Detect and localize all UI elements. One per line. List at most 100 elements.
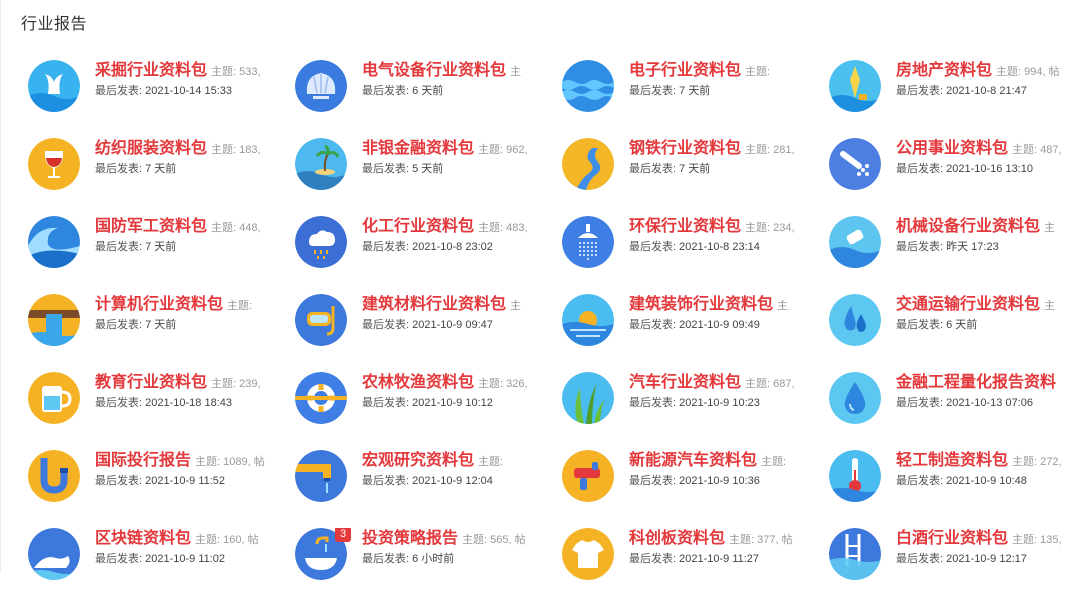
forum-name-link[interactable]: 投资策略报告 [362,530,458,547]
faucet-icon[interactable] [295,450,347,502]
last-post-time-link[interactable]: 2021-10-9 10:23 [679,397,760,409]
forum-item[interactable]: 轻工制造资料包 主题: 272, 最后发表: 2021-10-9 10:48 [829,450,1080,520]
forum-name-link[interactable]: 建筑装饰行业资料包 [629,296,773,313]
drop-icon[interactable] [829,372,881,424]
diving-mask-icon[interactable] [295,294,347,346]
waves-icon[interactable] [562,60,614,112]
last-post-time-link[interactable]: 2021-10-13 07:06 [946,397,1033,409]
pool-ladder-icon[interactable] [829,528,881,580]
surf-icon[interactable] [829,60,881,112]
forum-item[interactable]: 白酒行业资料包 主题: 135, 最后发表: 2021-10-9 12:17 [829,528,1080,598]
shower-icon[interactable] [829,138,881,190]
forum-item[interactable]: 电气设备行业资料包主最后发表: 6 天前 [295,60,562,130]
shower-head-icon[interactable] [562,216,614,268]
forum-item[interactable]: 建筑装饰行业资料包主最后发表: 2021-10-9 09:49 [562,294,829,364]
last-post-time-link[interactable]: 2021-10-8 23:02 [412,241,493,253]
last-post-time-link[interactable]: 2021-10-9 11:27 [679,553,759,565]
forum-item[interactable]: 非银金融资料包 主题: 962, 最后发表: 5 天前 [295,138,562,208]
forum-name-link[interactable]: 环保行业资料包 [629,218,741,235]
shell-icon[interactable] [295,60,347,112]
last-post-time-link[interactable]: 2021-10-18 18:43 [145,397,232,409]
forum-name-link[interactable]: 白酒行业资料包 [896,530,1008,547]
thermometer-icon[interactable] [829,450,881,502]
water-drops-icon[interactable] [829,294,881,346]
forum-item[interactable]: 钢铁行业资料包 主题: 281, 最后发表: 7 天前 [562,138,829,208]
sunset-sea-icon[interactable] [562,294,614,346]
rain-cloud-icon[interactable] [295,216,347,268]
forum-item[interactable]: 化工行业资料包 主题: 483, 最后发表: 2021-10-8 23:02 [295,216,562,286]
last-post-time-link[interactable]: 5 天前 [412,163,443,175]
last-post-time-link[interactable]: 昨天 17:23 [946,241,999,253]
waterfall-icon[interactable] [28,294,80,346]
forum-name-link[interactable]: 国防军工资料包 [95,218,207,235]
forum-name-link[interactable]: 非银金融资料包 [362,140,474,157]
forum-item[interactable]: 交通运输行业资料包主最后发表: 6 天前 [829,294,1080,364]
last-post-time-link[interactable]: 2021-10-16 13:10 [946,163,1033,175]
forum-item[interactable]: 计算机行业资料包 主题: 最后发表: 7 天前 [28,294,295,364]
forum-item[interactable]: 汽车行业资料包 主题: 687, 最后发表: 2021-10-9 10:23 [562,372,829,442]
last-post-time-link[interactable]: 2021-10-9 11:02 [145,553,225,565]
island-icon[interactable] [295,138,347,190]
forum-name-link[interactable]: 电气设备行业资料包 [362,62,506,79]
forum-name-link[interactable]: 国际投行报告 [95,452,191,469]
forum-name-link[interactable]: 金融工程量化报告资料 [896,374,1056,391]
forum-name-link[interactable]: 宏观研究资料包 [362,452,474,469]
last-post-time-link[interactable]: 7 天前 [145,163,176,175]
last-post-time-link[interactable]: 7 天前 [679,85,710,97]
forum-item[interactable]: 纺织服装资料包 主题: 183, 最后发表: 7 天前 [28,138,295,208]
seaweed-icon[interactable] [562,372,614,424]
forum-name-link[interactable]: 科创板资料包 [629,530,725,547]
forum-name-link[interactable]: 钢铁行业资料包 [629,140,741,157]
tshirt-icon[interactable] [562,528,614,580]
forum-name-link[interactable]: 轻工制造资料包 [896,452,1008,469]
wine-glass-icon[interactable] [28,138,80,190]
last-post-time-link[interactable]: 2021-10-9 12:17 [946,553,1027,565]
forum-item[interactable]: 房地产资料包 主题: 994, 帖最后发表: 2021-10-8 21:47 [829,60,1080,130]
last-post-time-link[interactable]: 7 天前 [145,319,176,331]
forum-name-link[interactable]: 教育行业资料包 [95,374,207,391]
washing-hands-icon[interactable] [28,528,80,580]
last-post-time-link[interactable]: 6 小时前 [412,553,454,565]
last-post-time-link[interactable]: 7 天前 [679,163,710,175]
forum-name-link[interactable]: 汽车行业资料包 [629,374,741,391]
last-post-time-link[interactable]: 2021-10-9 09:49 [679,319,760,331]
last-post-time-link[interactable]: 2021-10-9 09:47 [412,319,493,331]
forum-item[interactable]: 农林牧渔资料包 主题: 326, 最后发表: 2021-10-9 10:12 [295,372,562,442]
water-gun-icon[interactable] [562,450,614,502]
forum-name-link[interactable]: 交通运输行业资料包 [896,296,1040,313]
forum-name-link[interactable]: 农林牧渔资料包 [362,374,474,391]
forum-item[interactable]: 国防军工资料包 主题: 448, 最后发表: 7 天前 [28,216,295,286]
last-post-time-link[interactable]: 2021-10-9 10:48 [946,475,1027,487]
whale-tail-icon[interactable] [28,60,80,112]
forum-name-link[interactable]: 采掘行业资料包 [95,62,207,79]
forum-item[interactable]: 宏观研究资料包 主题: 最后发表: 2021-10-9 12:04 [295,450,562,520]
forum-item[interactable]: 环保行业资料包 主题: 234, 最后发表: 2021-10-8 23:14 [562,216,829,286]
last-post-time-link[interactable]: 2021-10-9 10:12 [412,397,493,409]
forum-item[interactable]: 3 投资策略报告 主题: 565, 帖最后发表: 6 小时前 [295,528,562,598]
forum-item[interactable]: 金融工程量化报告资料 最后发表: 2021-10-13 07:06 [829,372,1080,442]
water-cup-icon[interactable] [28,372,80,424]
last-post-time-link[interactable]: 2021-10-14 15:33 [145,85,232,97]
forum-item[interactable]: 教育行业资料包 主题: 239, 最后发表: 2021-10-18 18:43 [28,372,295,442]
last-post-time-link[interactable]: 7 天前 [145,241,176,253]
forum-name-link[interactable]: 电子行业资料包 [629,62,741,79]
last-post-time-link[interactable]: 6 天前 [412,85,443,97]
bottle-wave-icon[interactable] [829,216,881,268]
last-post-time-link[interactable]: 2021-10-8 23:14 [679,241,760,253]
forum-item[interactable]: 区块链资料包 主题: 160, 帖最后发表: 2021-10-9 11:02 [28,528,295,598]
forum-name-link[interactable]: 计算机行业资料包 [95,296,223,313]
forum-item[interactable]: 公用事业资料包 主题: 487, 最后发表: 2021-10-16 13:10 [829,138,1080,208]
life-ring-icon[interactable] [295,372,347,424]
forum-name-link[interactable]: 化工行业资料包 [362,218,474,235]
forum-name-link[interactable]: 房地产资料包 [896,62,992,79]
forum-item[interactable]: 新能源汽车资料包 主题: 最后发表: 2021-10-9 10:36 [562,450,829,520]
last-post-time-link[interactable]: 2021-10-9 12:04 [412,475,493,487]
forum-item[interactable]: 电子行业资料包 主题: 最后发表: 7 天前 [562,60,829,130]
forum-item[interactable]: 国际投行报告 主题: 1089, 帖最后发表: 2021-10-9 11:52 [28,450,295,520]
last-post-time-link[interactable]: 6 天前 [946,319,977,331]
big-wave-icon[interactable] [28,216,80,268]
last-post-time-link[interactable]: 2021-10-9 10:36 [679,475,760,487]
last-post-time-link[interactable]: 2021-10-8 21:47 [946,85,1027,97]
forum-name-link[interactable]: 公用事业资料包 [896,140,1008,157]
forum-name-link[interactable]: 纺织服装资料包 [95,140,207,157]
